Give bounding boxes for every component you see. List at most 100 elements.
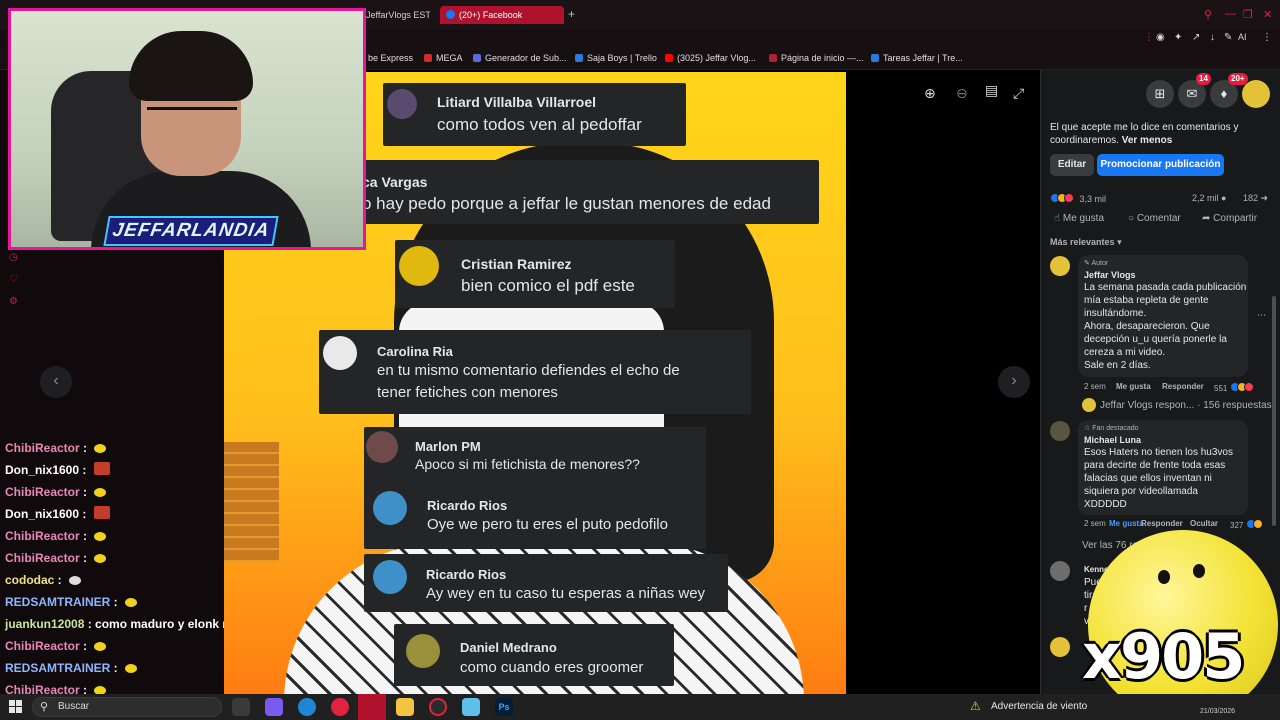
weather-widget[interactable]: Advertencia de viento	[991, 701, 1087, 712]
comment-hide-button[interactable]: Ocultar	[1190, 519, 1218, 528]
emote-icon	[93, 462, 110, 475]
minimize-icon[interactable]: —	[1225, 8, 1236, 20]
task-view-icon[interactable]	[232, 698, 250, 716]
photoshop-icon[interactable]: Ps	[495, 698, 513, 716]
avatar	[387, 89, 417, 119]
puzzle-icon[interactable]: ✦	[1174, 32, 1182, 43]
settings-icon[interactable]: ⚙	[9, 296, 18, 307]
more-options-icon[interactable]: ⋯	[1257, 310, 1266, 321]
comment-like-button[interactable]: Me gusta	[1109, 519, 1144, 528]
close-icon[interactable]: ✕	[1263, 8, 1272, 21]
chevron-down-icon: ▾	[1117, 237, 1122, 247]
edge-icon[interactable]	[298, 698, 316, 716]
clock-icon[interactable]: ◷	[9, 252, 18, 263]
extension-icon[interactable]: ◉	[1156, 32, 1165, 43]
obs-icon[interactable]	[429, 698, 447, 716]
avatar[interactable]	[1050, 256, 1070, 276]
comment-reactions: 327	[1230, 519, 1263, 530]
comment-text: Esos Haters no tienen los hu3vos para de…	[1084, 447, 1233, 510]
view-replies-link[interactable]: Jeffar Vlogs respon... · 156 respuestas	[1100, 400, 1272, 411]
facebook-icon	[446, 10, 455, 19]
opera-gx-icon[interactable]	[331, 698, 349, 716]
see-less-link[interactable]: Ver menos	[1122, 135, 1173, 146]
comment-reply-button[interactable]: Responder	[1141, 519, 1183, 528]
comment-author[interactable]: Jeffar Vlogs	[1084, 270, 1136, 280]
app-icon[interactable]	[462, 698, 480, 716]
tab-label: (20+) Facebook	[459, 10, 523, 20]
windows-start-icon[interactable]	[9, 700, 23, 714]
share-icon: ➜	[1260, 193, 1269, 203]
taskbar-search-placeholder: Buscar	[58, 701, 90, 712]
taskbar-date: 21/03/2026	[1200, 708, 1236, 715]
bookmark-item[interactable]: Generador de Sub...	[473, 53, 567, 63]
avatar[interactable]	[1050, 421, 1070, 441]
webcam-overlay: JEFFARLANDIA	[8, 8, 366, 250]
download-icon[interactable]: ↓	[1210, 32, 1215, 43]
emote-icon	[94, 488, 107, 497]
more-icon[interactable]: ⋮	[1262, 32, 1272, 43]
jeffarlandia-logo: JEFFARLANDIA	[103, 216, 279, 246]
generator-icon	[473, 54, 481, 62]
tag-icon[interactable]: ▤	[985, 82, 998, 99]
pen-icon[interactable]: ✎	[1224, 32, 1232, 43]
previous-image-button[interactable]: ‹	[40, 366, 72, 398]
bookmark-item[interactable]: Saja Boys | Trello	[575, 53, 657, 63]
menu-icon[interactable]: ⋮	[1144, 32, 1154, 43]
comments-count[interactable]: 2,2 mil ●	[1192, 193, 1226, 203]
apps-grid-icon[interactable]: ⊞	[1146, 80, 1174, 108]
avatar[interactable]	[1050, 561, 1070, 581]
notifications-badge: 20+	[1228, 73, 1248, 85]
maximize-icon[interactable]: ❐	[1243, 8, 1253, 21]
pen-icon: ✎	[1084, 260, 1090, 267]
promote-button[interactable]: Promocionar publicación	[1097, 154, 1224, 176]
bookmark-item[interactable]: (3025) Jeffar Vlog...	[665, 53, 756, 63]
avatar	[373, 491, 407, 525]
tab-facebook[interactable]: (20+) Facebook	[440, 6, 564, 24]
shares-count[interactable]: 182 ➜	[1243, 193, 1268, 204]
comment-icon: ●	[1221, 193, 1227, 203]
profile-avatar[interactable]	[1242, 80, 1270, 108]
bookmark-item[interactable]: Tareas Jeffar | Tre...	[871, 53, 963, 63]
comment-button[interactable]: ○ Comentar	[1128, 213, 1181, 224]
avatar	[1050, 637, 1070, 657]
comment-time: 2 sem	[1084, 382, 1106, 391]
new-tab-button[interactable]: +	[568, 7, 575, 21]
meme-comment: Ricardo Rios Ay wey en tu caso tu espera…	[364, 554, 728, 612]
warning-icon: ⚠	[970, 699, 981, 713]
zoom-out-icon[interactable]: ⊖	[956, 85, 968, 102]
bookmark-item[interactable]: MEGA	[424, 53, 463, 63]
copilot-icon[interactable]	[265, 698, 283, 716]
scrollbar[interactable]	[1272, 296, 1276, 526]
search-icon: ⚲	[40, 701, 49, 713]
ai-button[interactable]: AI	[1238, 32, 1247, 42]
fullscreen-icon[interactable]: ⤢	[1013, 85, 1024, 102]
search-icon[interactable]: ⚲	[1204, 8, 1212, 21]
like-button[interactable]: ☝ Me gusta	[1054, 213, 1104, 224]
comment-like-button[interactable]: Me gusta	[1116, 382, 1151, 391]
reactions-summary[interactable]: 3,3 mil	[1050, 193, 1106, 204]
emote-icon	[94, 444, 107, 453]
meme-stripe	[224, 442, 279, 562]
tab-jeffarvlogs[interactable]: JeffarVlogs ESTA	[360, 6, 430, 24]
next-image-button[interactable]: ›	[998, 366, 1030, 398]
comment-reactions: 551	[1214, 382, 1254, 393]
bookmark-item[interactable]: Página de inicio —...	[769, 53, 864, 63]
comment-reply-button[interactable]: Responder	[1162, 382, 1204, 391]
avatar	[1082, 398, 1096, 412]
active-app-icon[interactable]	[358, 694, 386, 720]
share-icon[interactable]: ↗	[1192, 32, 1200, 43]
haha-reaction-icon	[1252, 519, 1263, 529]
meme-comment-group: Marlon PM Apoco si mi fetichista de meno…	[364, 427, 706, 549]
edit-button[interactable]: Editar	[1050, 154, 1094, 176]
sort-dropdown[interactable]: Más relevantes ▾	[1050, 237, 1122, 248]
zoom-in-icon[interactable]: ⊕	[924, 85, 936, 102]
bookmark-item[interactable]: be Express	[368, 53, 413, 63]
avatar	[323, 336, 357, 370]
meme-comment: ca Vargas o hay pedo porque a jeffar le …	[362, 160, 819, 224]
bookmark-icon[interactable]: ♡	[9, 274, 18, 285]
meme-comment: Carolina Ria en tu mismo comentario defi…	[319, 330, 751, 414]
share-button[interactable]: ➦ Compartir	[1202, 213, 1257, 224]
comment-text: La semana pasada cada publicación mía es…	[1084, 282, 1247, 371]
comment-author[interactable]: Michael Luna	[1084, 435, 1141, 445]
file-explorer-icon[interactable]	[396, 698, 414, 716]
